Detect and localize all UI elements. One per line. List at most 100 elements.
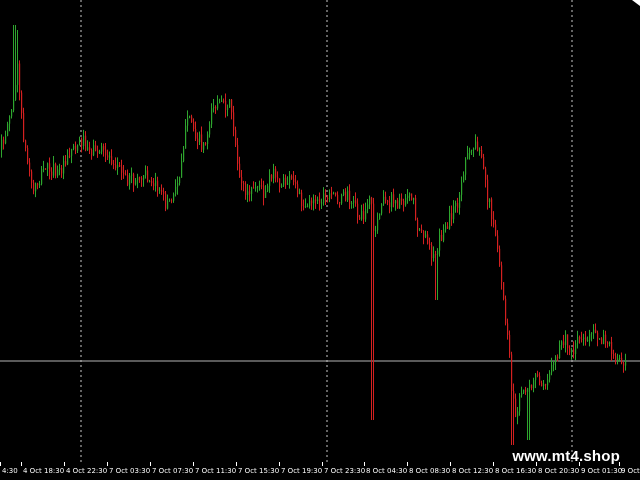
candle-body [269,174,271,186]
candle-body [435,254,437,256]
candle-body [543,384,545,387]
candle-body [83,135,85,147]
candle-body [391,194,393,208]
candle-body [143,175,145,180]
candle-body [39,183,41,186]
candle-body [109,156,111,158]
candle-body [515,398,517,417]
candle-body [521,393,523,396]
candle-body [313,199,315,204]
candle-body [73,145,75,149]
candle-body [23,113,25,141]
candle-body [417,220,419,231]
chart-canvas[interactable]: 4:30 4 Oct 18:30 4 Oct 22:30 7 Oct 03:30 7 O… [0,0,640,480]
candle-body [353,200,355,203]
candle-body [467,153,469,160]
candle-body [437,250,439,255]
candle-body [331,193,333,195]
candle-body [131,174,133,176]
candle-body [323,193,325,203]
candle-body [335,192,337,195]
candle-body [453,206,455,220]
candle-body [589,333,591,341]
candle-body [303,206,305,208]
candle-body [419,229,421,231]
candle-body [533,380,535,389]
candle-body [557,356,559,359]
time-tick-label: 7 Oct 03:30 [109,467,150,475]
candle-body [527,388,529,392]
candle-body [341,194,343,204]
candle-body [1,139,3,150]
candle-body [267,185,269,192]
price-scale-handle-icon[interactable] [632,0,640,6]
candle-body [473,148,475,150]
time-tick-label: 8 Oct 16:30 [495,467,536,475]
candle-body [575,343,577,355]
candle-body [517,411,519,417]
price-chart[interactable]: 4:30 4 Oct 18:30 4 Oct 22:30 7 Oct 03:30 7 O… [0,0,640,480]
candle-body [173,194,175,201]
candle-body [311,200,313,204]
candle-body [385,196,387,201]
candle-body [127,175,129,185]
candle-body [93,145,95,156]
candle-body [327,197,329,199]
candle-body [31,171,33,183]
candle-body [285,177,287,185]
candle-body [43,168,45,170]
candle-body [17,63,19,85]
candle-body [9,116,11,124]
time-tick-label: 8 Oct 20:30 [538,467,579,475]
candle-body [221,100,223,102]
candle-body [239,163,241,178]
time-tick-label: 4 Oct 18:30 [23,467,64,475]
candle-body [317,199,319,202]
candle-body [367,204,369,210]
candle-body [447,226,449,229]
candle-body [27,148,29,163]
candle-body [559,345,561,359]
candle-body [485,168,487,180]
candle-body [415,197,417,221]
candle-body [141,178,143,180]
candle-body [611,342,613,354]
candle-body [345,191,347,201]
candle-body [339,202,341,204]
candle-body [609,342,611,344]
candle-body [189,116,191,118]
candle-body [595,329,597,333]
candle-body [621,357,623,364]
candle-body [85,135,87,151]
candle-body [561,341,563,346]
candle-body [443,229,445,241]
candle-body [449,213,451,229]
candle-body [95,145,97,151]
candle-body [217,102,219,109]
candle-body [601,338,603,345]
candle-body [147,170,149,182]
candle-body [211,108,213,125]
candle-body [37,183,39,186]
candle-body [315,199,317,202]
candle-body [413,197,415,201]
candle-body [97,150,99,154]
candle-body [11,110,13,117]
candle-body [47,163,49,169]
candle-body [541,383,543,387]
candle-body [199,134,201,143]
candle-body [495,224,497,236]
candle-body [529,384,531,389]
candle-body [71,148,73,156]
candle-body [503,282,505,299]
candle-body [25,140,27,149]
candle-body [61,168,63,174]
candle-body [149,181,151,183]
candle-body [441,234,443,241]
candle-body [375,230,377,232]
candle-body [215,106,217,109]
candle-body [67,155,69,165]
candle-body [607,342,609,344]
candle-body [455,202,457,207]
candle-body [205,143,207,145]
